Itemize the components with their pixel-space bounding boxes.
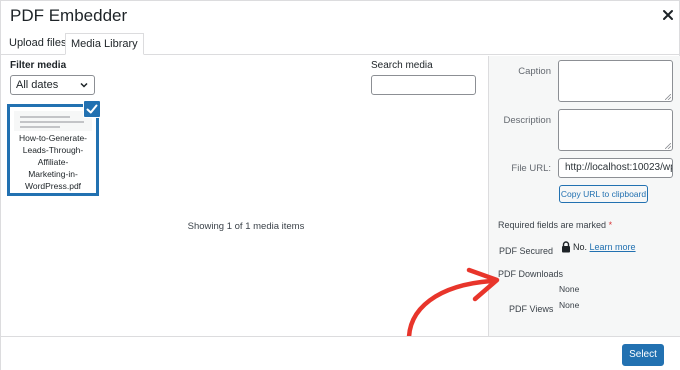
lock-icon [562, 241, 570, 253]
pdf-downloads-value: None [559, 284, 580, 294]
required-fields-note: Required fields are marked * [498, 220, 612, 230]
media-modal: PDF Embedder Upload files Media Library … [0, 0, 680, 370]
checkmark-icon [86, 104, 98, 114]
media-count-status: Showing 1 of 1 media items [187, 221, 305, 232]
attachment-filename: How-to-Generate- Leads-Through- Affiliat… [10, 132, 96, 192]
filename-line: Marketing-in- [28, 169, 78, 179]
filter-media-label: Filter media [10, 60, 67, 71]
pdf-secured-status: No. [573, 242, 588, 252]
filename-line: WordPress.pdf [24, 181, 82, 191]
caption-label: Caption [518, 66, 551, 77]
close-icon[interactable] [661, 8, 675, 22]
modal-footer [1, 336, 680, 370]
chevron-down-icon [80, 82, 88, 88]
search-media-label: Search media [371, 60, 433, 71]
file-url-label: File URL: [511, 163, 551, 174]
required-star: * [608, 220, 613, 230]
modal-title: PDF Embedder [10, 6, 128, 25]
learn-more-link[interactable]: Learn more [590, 242, 636, 252]
pdf-views-label: PDF Views [509, 304, 554, 314]
tab-upload-files[interactable]: Upload files [4, 33, 71, 55]
resize-grip-icon[interactable] [665, 94, 671, 100]
description-textarea[interactable] [558, 109, 673, 151]
file-url-field[interactable]: http://localhost:10023/wp [558, 158, 673, 178]
search-input[interactable] [371, 75, 476, 95]
filename-line: How-to-Generate- [18, 133, 88, 143]
pdf-secured-value: No. Learn more [573, 242, 636, 252]
description-label: Description [503, 115, 551, 126]
caption-textarea[interactable] [558, 60, 673, 102]
copy-url-button[interactable]: Copy URL to clipboard [559, 185, 648, 203]
select-button[interactable]: Select [622, 344, 664, 366]
selected-check-button[interactable] [83, 100, 101, 118]
date-filter-value: All dates [16, 79, 59, 91]
pdf-preview [14, 111, 92, 131]
date-filter-select[interactable]: All dates [10, 75, 95, 95]
required-text: Required fields are marked [498, 220, 607, 230]
modal-tabs: Upload files Media Library [1, 33, 680, 55]
filename-line: Affiliate- [37, 157, 69, 167]
resize-grip-icon[interactable] [665, 143, 671, 149]
pdf-views-value: None [559, 300, 580, 310]
pdf-secured-label: PDF Secured [499, 246, 554, 256]
tab-media-library[interactable]: Media Library [65, 33, 144, 55]
filename-line: Leads-Through- [22, 145, 84, 155]
